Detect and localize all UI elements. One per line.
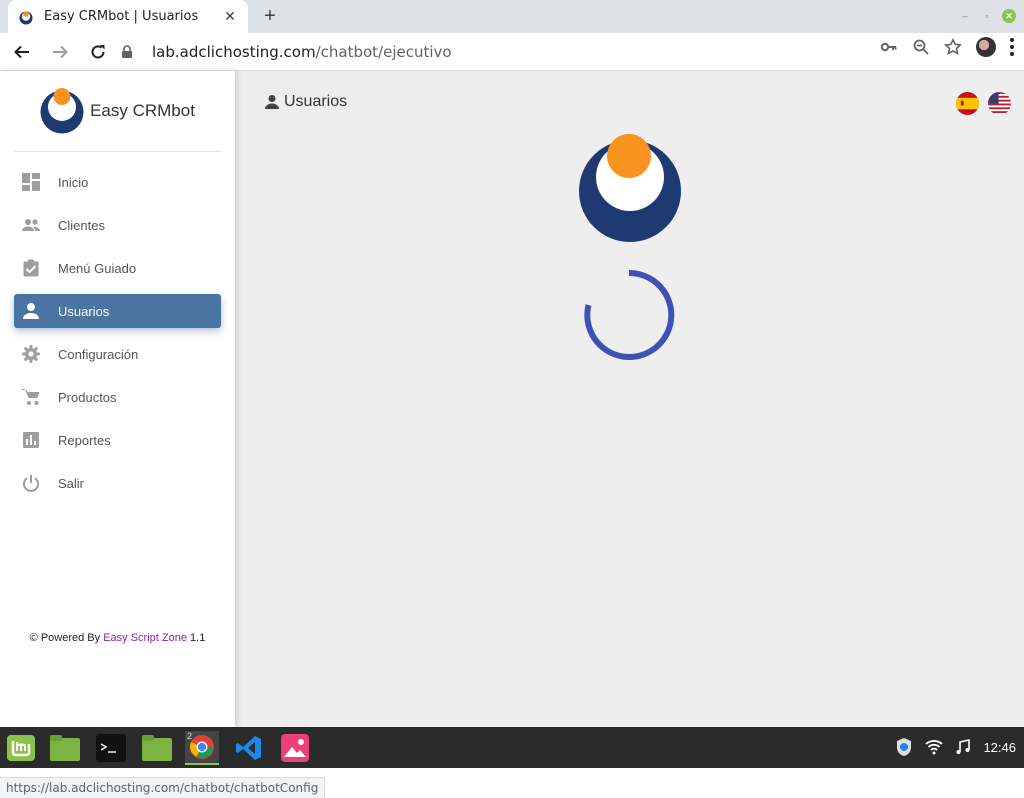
dashboard-icon (22, 173, 40, 191)
sidebar-nav: Inicio Clientes Menú Guiado Usuarios Con… (14, 165, 221, 509)
sidebar-item-label: Reportes (58, 432, 111, 448)
link-status-bar: https://lab.adclichosting.com/chatbot/ch… (0, 777, 326, 798)
tab-close-icon[interactable]: ✕ (222, 8, 238, 25)
easy-script-zone-link[interactable]: Easy Script Zone (103, 632, 187, 644)
person-icon (265, 95, 279, 109)
crmbot-loading-logo-icon (579, 134, 681, 242)
person-icon (23, 303, 39, 319)
clock[interactable]: 12:46 (983, 740, 1016, 755)
close-window-icon[interactable]: ✕ (1002, 9, 1016, 23)
browser-tab-bar: Easy CRMbot | Usuarios ✕ + – ▫ ✕ (0, 0, 1024, 33)
window-count-badge: 2 (187, 731, 193, 741)
page-title-text: Usuarios (284, 93, 348, 110)
file-manager-icon[interactable] (48, 731, 82, 765)
sidebar-item-reportes[interactable]: Reportes (14, 423, 221, 457)
loading-spinner (584, 269, 675, 360)
language-switcher (956, 92, 1011, 115)
powered-by-text: Powered By (40, 632, 101, 644)
arrow-right-icon (53, 45, 68, 58)
browser-tab[interactable]: Easy CRMbot | Usuarios ✕ (8, 0, 248, 33)
maximize-icon[interactable]: ▫ (980, 9, 994, 23)
back-button[interactable] (6, 36, 38, 68)
forward-button[interactable] (44, 36, 76, 68)
sidebar-item-label: Inicio (58, 174, 89, 190)
clipboard-check-icon (23, 259, 39, 277)
bookmark-star-icon[interactable] (944, 38, 962, 56)
new-tab-button[interactable]: + (258, 5, 282, 29)
address-bar[interactable]: lab.adclichosting.com/chatbot/ejecutivo (110, 37, 950, 67)
sidebar-item-inicio[interactable]: Inicio (14, 165, 221, 199)
url-host: lab.adclichosting.com (152, 43, 316, 61)
sidebar-item-salir[interactable]: Salir (14, 466, 221, 500)
terminal-icon[interactable] (94, 731, 128, 765)
brand-name: Easy CRMbot (90, 101, 195, 120)
music-note-icon[interactable] (955, 739, 971, 755)
folder-icon[interactable] (140, 731, 174, 765)
copyright-symbol: © (29, 632, 38, 644)
zoom-out-icon[interactable] (912, 38, 930, 56)
page: Easy CRMbot Inicio Clientes Menú Guiado … (0, 71, 1024, 798)
url-path: /chatbot/ejecutivo (315, 43, 452, 61)
sidebar-item-usuarios[interactable]: Usuarios (14, 294, 221, 328)
crmbot-logo-icon (40, 88, 84, 134)
usa-flag-icon[interactable] (988, 92, 1011, 115)
minimize-icon[interactable]: – (958, 9, 972, 23)
sidebar-item-configuracion[interactable]: Configuración (14, 337, 221, 371)
cart-icon (22, 389, 40, 405)
sidebar-item-label: Productos (58, 389, 117, 405)
sidebar-item-label: Clientes (58, 217, 105, 233)
image-viewer-icon[interactable] (278, 731, 312, 765)
browser-menu-icon[interactable] (1010, 38, 1014, 56)
browser-toolbar: lab.adclichosting.com/chatbot/ejecutivo (0, 33, 1024, 71)
reload-icon (91, 44, 105, 58)
page-title: Usuarios (264, 93, 347, 111)
system-tray: 12:46 (895, 737, 1016, 757)
toolbar-actions (880, 37, 1014, 57)
sidebar-item-label: Salir (58, 475, 85, 491)
profile-avatar[interactable] (976, 37, 996, 57)
mint-menu-icon[interactable] (4, 731, 38, 765)
shield-update-icon[interactable] (895, 737, 913, 757)
gear-icon (22, 345, 40, 363)
sidebar: Easy CRMbot Inicio Clientes Menú Guiado … (0, 71, 235, 727)
sidebar-item-label: Usuarios (58, 303, 110, 319)
sidebar-item-label: Menú Guiado (58, 260, 137, 276)
tab-title: Easy CRMbot | Usuarios (44, 9, 199, 24)
arrow-left-icon (14, 45, 29, 58)
wifi-icon[interactable] (925, 739, 944, 755)
bar-chart-icon (23, 432, 39, 448)
window-controls: – ▫ ✕ (958, 9, 1016, 23)
lock-icon (122, 45, 132, 58)
people-icon (22, 219, 40, 231)
chrome-taskbar-icon[interactable]: 2 (185, 731, 219, 765)
key-icon[interactable] (880, 38, 898, 56)
power-icon (23, 475, 39, 492)
crmbot-favicon-icon (19, 10, 33, 24)
powered-by-footer: © Powered By Easy Script Zone 1.1 (0, 632, 235, 644)
sidebar-item-productos[interactable]: Productos (14, 380, 221, 414)
sidebar-item-label: Configuración (58, 346, 139, 362)
os-taskbar: 2 12:46 (0, 727, 1024, 768)
brand[interactable]: Easy CRMbot (14, 71, 221, 152)
version-text: 1.1 (190, 632, 206, 644)
vscode-icon[interactable] (232, 731, 266, 765)
spain-flag-icon[interactable] (956, 92, 979, 115)
sidebar-item-menu-guiado[interactable]: Menú Guiado (14, 251, 221, 285)
sidebar-item-clientes[interactable]: Clientes (14, 208, 221, 242)
